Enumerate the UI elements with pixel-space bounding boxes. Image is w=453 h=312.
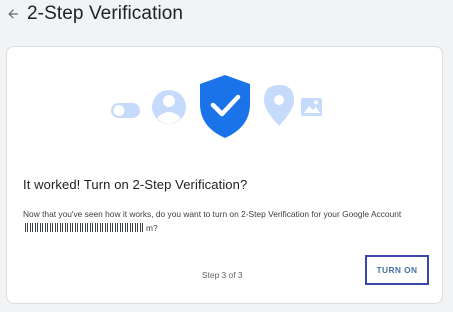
page: 2-Step Verification It worked! Turn on 2…	[0, 0, 453, 312]
verification-card: It worked! Turn on 2-Step Verification? …	[6, 46, 443, 304]
person-icon	[152, 90, 186, 124]
body-text: Now that you've seen how it works, do yo…	[23, 209, 402, 219]
body-text-end: m?	[146, 223, 158, 233]
redacted-email	[25, 223, 145, 233]
card-body: Now that you've seen how it works, do yo…	[23, 207, 427, 235]
turn-on-button[interactable]: TURN ON	[365, 255, 429, 285]
header: 2-Step Verification	[0, 0, 453, 28]
back-button[interactable]	[3, 4, 23, 24]
location-pin-icon	[264, 85, 294, 126]
step-indicator: Step 3 of 3	[202, 270, 243, 280]
card-heading: It worked! Turn on 2-Step Verification?	[23, 177, 248, 192]
image-icon	[301, 98, 322, 116]
page-title: 2-Step Verification	[27, 3, 184, 24]
illustration	[111, 75, 322, 138]
toggle-icon	[111, 103, 140, 118]
arrow-back-icon	[8, 9, 18, 19]
shield-check-icon	[200, 75, 250, 138]
